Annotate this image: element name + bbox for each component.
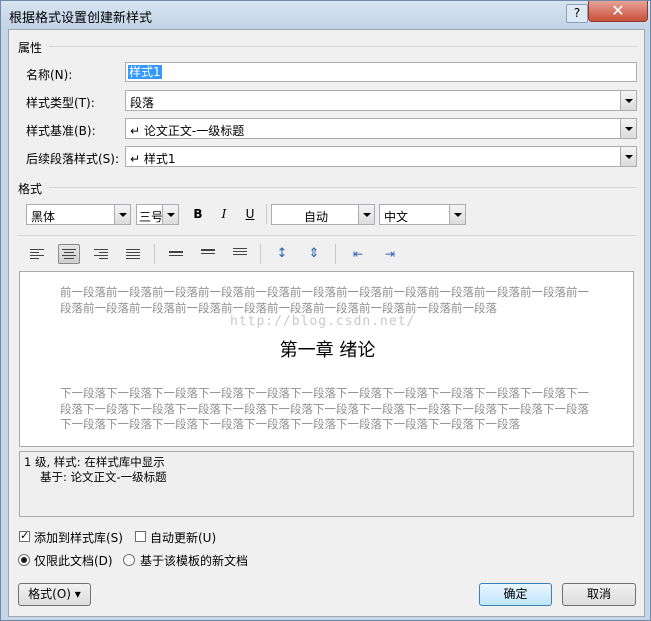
description-line-1: 1 级, 样式: 在样式库中显示 bbox=[24, 455, 165, 469]
based-on-dropdown[interactable]: ↵ 论文正文-一级标题 bbox=[125, 118, 637, 139]
italic-button[interactable]: I bbox=[213, 204, 235, 224]
format-section-label: 格式 bbox=[18, 182, 43, 196]
single-spacing-button[interactable] bbox=[165, 244, 187, 264]
based-on-value: ↵ 论文正文-一级标题 bbox=[130, 124, 245, 138]
dialog-body: 属性 名称(N): 样式1 样式类型(T): 段落 样式基准(B): ↵ 论文正… bbox=[8, 29, 645, 617]
style-description: 1 级, 样式: 在样式库中显示 基于: 论文正文-一级标题 bbox=[19, 451, 634, 517]
justify-icon bbox=[126, 249, 140, 261]
style-type-label: 样式类型(T): bbox=[26, 96, 95, 110]
single-spacing-icon bbox=[169, 251, 183, 263]
format-menu-button[interactable]: 格式(O) ▾ bbox=[18, 583, 91, 606]
script-dropdown[interactable]: 中文 bbox=[379, 204, 466, 225]
properties-section-label: 属性 bbox=[18, 41, 43, 55]
toolbar-separator bbox=[335, 244, 336, 264]
style-type-value: 段落 bbox=[130, 96, 155, 110]
double-spacing-button[interactable] bbox=[229, 244, 251, 264]
name-label: 名称(N): bbox=[26, 68, 73, 82]
align-left-button[interactable] bbox=[26, 244, 48, 264]
increase-spacing-icon: ↕ bbox=[276, 246, 288, 261]
font-size-value: 三号 bbox=[139, 210, 164, 224]
ok-button[interactable]: 确定 bbox=[479, 583, 552, 606]
decrease-para-spacing-button[interactable]: ⇕ bbox=[303, 244, 325, 264]
double-spacing-icon bbox=[233, 248, 247, 260]
watermark-text: http://blog.csdn.net/ bbox=[230, 314, 416, 329]
align-right-icon bbox=[94, 249, 108, 261]
align-right-button[interactable] bbox=[90, 244, 112, 264]
next-style-label: 后续段落样式(S): bbox=[26, 152, 120, 166]
decrease-indent-button[interactable]: ⇤ bbox=[347, 244, 369, 264]
auto-update-checkbox[interactable] bbox=[135, 531, 146, 542]
toolbar-separator bbox=[266, 204, 267, 224]
style-type-dropdown[interactable]: 段落 bbox=[125, 90, 637, 111]
bold-button[interactable]: B bbox=[187, 204, 209, 224]
decrease-indent-icon: ⇤ bbox=[352, 247, 364, 261]
increase-indent-button[interactable]: ⇥ bbox=[379, 244, 401, 264]
chevron-down-icon[interactable] bbox=[162, 205, 178, 224]
dialog-title: 根据格式设置创建新样式 bbox=[9, 11, 153, 26]
title-bar[interactable]: 根据格式设置创建新样式 ? ✕ bbox=[1, 1, 650, 29]
chevron-down-icon[interactable] bbox=[620, 91, 636, 110]
next-style-value: ↵ 样式1 bbox=[130, 152, 176, 166]
add-to-gallery-checkbox[interactable] bbox=[19, 529, 30, 542]
auto-update-label[interactable]: 自动更新(U) bbox=[150, 529, 216, 546]
chevron-down-icon[interactable] bbox=[358, 205, 374, 224]
align-center-button[interactable] bbox=[58, 244, 80, 264]
next-paragraph-text: 下一段落下一段落下一段落下一段落下一段落下一段落下一段落下一段落下一段落下一段落… bbox=[60, 386, 589, 431]
font-dropdown[interactable]: 黑体 bbox=[26, 204, 131, 225]
name-input[interactable]: 样式1 bbox=[125, 62, 637, 82]
help-button[interactable]: ? bbox=[566, 4, 588, 23]
font-value: 黑体 bbox=[31, 210, 56, 224]
one-half-spacing-button[interactable] bbox=[197, 244, 219, 264]
underline-button[interactable]: U bbox=[239, 204, 261, 224]
based-on-label: 样式基准(B): bbox=[26, 124, 96, 138]
font-size-dropdown[interactable]: 三号 bbox=[136, 204, 179, 225]
style-preview-pane: 前一段落前一段落前一段落前一段落前一段落前一段落前一段落前一段落前一段落前一段落… bbox=[19, 271, 634, 447]
properties-divider bbox=[49, 46, 637, 47]
cancel-button[interactable]: 取消 bbox=[562, 583, 636, 606]
only-this-document-label[interactable]: 仅限此文档(D) bbox=[34, 552, 113, 569]
toolbar-divider bbox=[18, 235, 637, 236]
align-left-icon bbox=[30, 249, 44, 261]
next-style-dropdown[interactable]: ↵ 样式1 bbox=[125, 146, 637, 167]
decrease-spacing-icon: ⇕ bbox=[308, 246, 320, 261]
increase-indent-icon: ⇥ bbox=[384, 247, 396, 261]
chevron-down-icon[interactable] bbox=[620, 119, 636, 138]
only-this-document-radio[interactable] bbox=[18, 554, 30, 566]
font-color-dropdown[interactable]: 自动 bbox=[271, 204, 375, 225]
justify-button[interactable] bbox=[122, 244, 144, 264]
description-line-2: 基于: 论文正文-一级标题 bbox=[40, 470, 167, 484]
align-center-icon bbox=[62, 249, 76, 261]
close-button[interactable]: ✕ bbox=[588, 1, 648, 22]
increase-para-spacing-button[interactable]: ↕ bbox=[271, 244, 293, 264]
chevron-down-icon[interactable] bbox=[114, 205, 130, 224]
one-half-spacing-icon bbox=[201, 249, 215, 261]
new-documents-template-label[interactable]: 基于该模板的新文档 bbox=[140, 552, 248, 569]
format-divider bbox=[49, 187, 637, 188]
preview-heading: 第一章 绪论 bbox=[279, 340, 376, 361]
previous-paragraph-text: 前一段落前一段落前一段落前一段落前一段落前一段落前一段落前一段落前一段落前一段落… bbox=[60, 285, 589, 315]
chevron-down-icon[interactable] bbox=[449, 205, 465, 224]
new-documents-template-radio[interactable] bbox=[123, 554, 135, 566]
chevron-down-icon[interactable] bbox=[620, 147, 636, 166]
toolbar-separator bbox=[154, 244, 155, 264]
script-value: 中文 bbox=[384, 210, 409, 224]
font-color-value: 自动 bbox=[304, 210, 329, 224]
name-input-value: 样式1 bbox=[128, 65, 162, 79]
add-to-gallery-label[interactable]: 添加到样式库(S) bbox=[34, 529, 123, 546]
dialog-window: 根据格式设置创建新样式 ? ✕ 属性 名称(N): 样式1 样式类型(T): 段… bbox=[0, 0, 651, 621]
toolbar-separator bbox=[260, 244, 261, 264]
